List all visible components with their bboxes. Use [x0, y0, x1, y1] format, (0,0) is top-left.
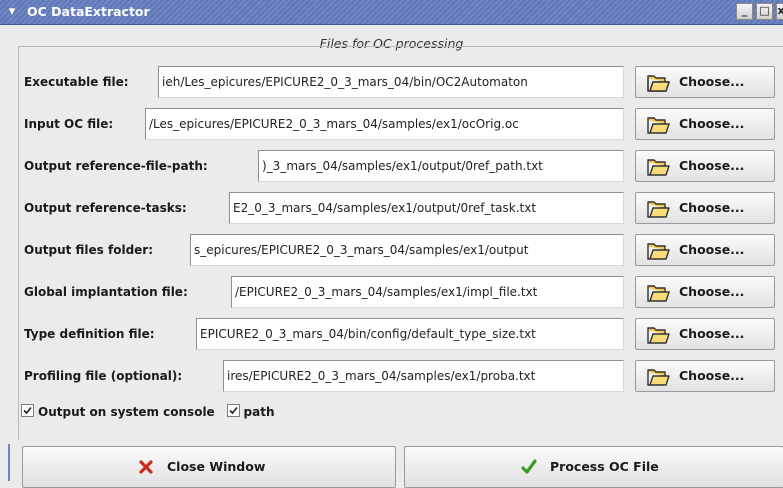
path-checkbox[interactable]: [226, 404, 240, 417]
folder-open-icon: [647, 243, 670, 260]
global-implantation-file-label: Global implantation file:: [24, 285, 188, 299]
window-edge: [8, 444, 10, 481]
profiling-file-input[interactable]: ires/EPICURE2_0_3_mars_04/samples/ex1/pr…: [223, 360, 624, 392]
output-reference-tasks-input[interactable]: E2_0_3_mars_04/samples/ex1/output/0ref_t…: [229, 192, 624, 224]
folder-open-icon: [647, 327, 670, 344]
executable-file-input[interactable]: ieh/Les_epicures/EPICURE2_0_3_mars_04/bi…: [158, 66, 624, 98]
red-x-icon: [139, 460, 153, 474]
folder-open-icon: [647, 117, 670, 134]
folder-open-icon: [647, 75, 670, 92]
row-output-reference-file-path: Output reference-file-path: )_3_mars_04/…: [0, 150, 783, 190]
choose-output-files-folder-button[interactable]: Choose...: [635, 234, 775, 266]
output-on-system-console-checkbox[interactable]: [21, 404, 34, 417]
output-files-folder-label: Output files folder:: [24, 243, 154, 257]
close-window-control[interactable]: x: [776, 3, 783, 20]
green-check-icon: [521, 459, 537, 474]
options-checkboxes: Output on system console path: [21, 404, 283, 422]
process-oc-file-button[interactable]: Process OC File: [404, 446, 783, 488]
type-definition-file-input[interactable]: EPICURE2_0_3_mars_04/bin/config/default_…: [196, 318, 624, 350]
choose-profiling-file-button[interactable]: Choose...: [635, 360, 775, 392]
row-global-implantation-file: Global implantation file: /EPICURE2_0_3_…: [0, 276, 783, 316]
type-definition-file-label: Type definition file:: [24, 327, 155, 341]
window-titlebar[interactable]: ▾ OC DataExtractor _ □ x: [0, 0, 783, 25]
close-window-label: Close Window: [167, 459, 266, 474]
choose-executable-file-button[interactable]: Choose...: [635, 66, 775, 98]
profiling-file-label: Profiling file (optional):: [24, 369, 183, 383]
output-files-folder-input[interactable]: s_epicures/EPICURE2_0_3_mars_04/samples/…: [190, 234, 624, 266]
checkmark-icon: [228, 406, 238, 415]
output-reference-tasks-label: Output reference-tasks:: [24, 201, 187, 215]
row-executable-file: Executable file: ieh/Les_epicures/EPICUR…: [0, 66, 783, 106]
close-window-button[interactable]: Close Window: [22, 446, 396, 488]
output-reference-file-path-label: Output reference-file-path:: [24, 159, 208, 173]
path-label: path: [243, 404, 275, 419]
choose-global-implantation-file-button[interactable]: Choose...: [635, 276, 775, 308]
choose-button-label: Choose...: [679, 200, 745, 215]
folder-open-icon: [647, 369, 670, 386]
row-profiling-file: Profiling file (optional): ires/EPICURE2…: [0, 360, 783, 400]
input-oc-file-label: Input OC file:: [24, 117, 114, 131]
choose-output-reference-file-path-button[interactable]: Choose...: [635, 150, 775, 182]
minimize-button[interactable]: _: [736, 3, 753, 20]
global-implantation-file-input[interactable]: /EPICURE2_0_3_mars_04/samples/ex1/impl_f…: [231, 276, 624, 308]
row-output-files-folder: Output files folder: s_epicures/EPICURE2…: [0, 234, 783, 274]
row-input-oc-file: Input OC file: /Les_epicures/EPICURE2_0_…: [0, 108, 783, 148]
checkmark-icon: [23, 406, 32, 415]
choose-output-reference-tasks-button[interactable]: Choose...: [635, 192, 775, 224]
window-title: OC DataExtractor: [27, 4, 150, 19]
row-type-definition-file: Type definition file: EPICURE2_0_3_mars_…: [0, 318, 783, 358]
row-output-reference-tasks: Output reference-tasks: E2_0_3_mars_04/s…: [0, 192, 783, 232]
folder-open-icon: [647, 201, 670, 218]
choose-button-label: Choose...: [679, 158, 745, 173]
process-oc-file-label: Process OC File: [550, 459, 659, 474]
output-reference-file-path-input[interactable]: )_3_mars_04/samples/ex1/output/0ref_path…: [258, 150, 624, 182]
choose-button-label: Choose...: [679, 284, 745, 299]
folder-open-icon: [647, 285, 670, 302]
maximize-button[interactable]: □: [756, 3, 773, 20]
choose-button-label: Choose...: [679, 368, 745, 383]
input-oc-file-input[interactable]: /Les_epicures/EPICURE2_0_3_mars_04/sampl…: [145, 108, 624, 140]
window-menu-button[interactable]: ▾: [3, 3, 21, 20]
choose-button-label: Choose...: [679, 242, 745, 257]
choose-button-label: Choose...: [679, 74, 745, 89]
output-on-system-console-label: Output on system console: [38, 404, 215, 419]
choose-button-label: Choose...: [679, 116, 745, 131]
choose-type-definition-file-button[interactable]: Choose...: [635, 318, 775, 350]
choose-button-label: Choose...: [679, 326, 745, 341]
choose-input-oc-file-button[interactable]: Choose...: [635, 108, 775, 140]
folder-open-icon: [647, 159, 670, 176]
executable-file-label: Executable file:: [24, 75, 129, 89]
